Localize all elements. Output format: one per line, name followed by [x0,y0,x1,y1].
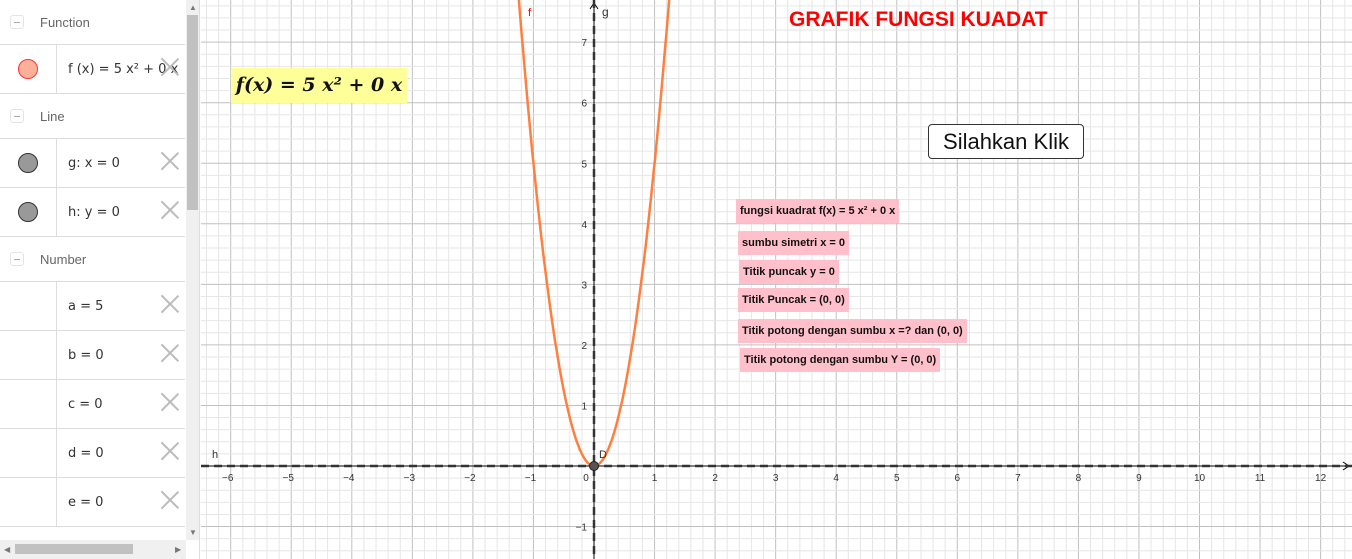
silahkan-klik-button[interactable]: Silahkan Klik [928,124,1084,159]
y-tick-label: 2 [581,341,587,352]
x-tick-label: 11 [1255,473,1266,484]
point-label: D [599,449,607,461]
delete-icon[interactable] [161,201,179,219]
delete-icon[interactable] [161,295,179,313]
x-tick-label: 1 [652,473,658,484]
y-tick-label: 4 [581,220,587,231]
item-text[interactable]: d = 0 [68,446,104,461]
scroll-down-icon[interactable]: ▼ [189,528,197,537]
y-tick-label: 6 [581,99,587,110]
algebra-view: Function f (x) = 5 x² + 0 x Line g: x = … [0,0,200,559]
collapse-icon[interactable] [10,109,24,123]
x-tick-label: −6 [222,473,234,484]
item-text[interactable]: a = 5 [68,299,103,314]
list-item-h[interactable]: h: y = 0 [0,188,185,237]
delete-icon[interactable] [161,344,179,362]
x-tick-label: −3 [404,473,416,484]
horizontal-scrollbar[interactable]: ◀ ▶ [0,540,186,559]
list-item-b[interactable]: b = 0 [0,331,185,380]
y-tick-label: 7 [581,38,587,49]
visibility-toggle-icon[interactable] [18,59,38,79]
point-d [589,461,599,471]
x-tick-label: 5 [894,473,900,484]
delete-icon[interactable] [161,442,179,460]
visibility-toggle-icon[interactable] [18,153,38,173]
delete-icon[interactable] [161,152,179,170]
group-line[interactable]: Line [0,94,185,139]
info-label: Titik puncak y = 0 [739,260,839,284]
y-tick-label: 1 [581,401,587,412]
x-tick-label: 7 [1015,473,1021,484]
info-label: Titik Puncak = (0, 0) [738,288,849,312]
group-number[interactable]: Number [0,237,185,282]
y-tick-label: −1 [576,523,588,534]
list-item-a[interactable]: a = 5 [0,282,185,331]
x-tick-label: 8 [1076,473,1082,484]
group-function[interactable]: Function [0,0,185,45]
x-axis-label: h [212,449,218,461]
scroll-right-icon[interactable]: ▶ [175,545,181,554]
vertical-scrollbar[interactable]: ▲ [186,0,199,540]
scroll-thumb[interactable] [15,544,133,554]
x-tick-label: 0 [583,473,589,484]
x-tick-label: 6 [955,473,961,484]
scroll-up-icon[interactable]: ▲ [189,3,197,12]
visibility-toggle-icon[interactable] [18,202,38,222]
page-title: GRAFIK FUNGSI KUADAT [789,8,1048,31]
x-tick-label: −2 [464,473,476,484]
y-tick-label: 5 [581,159,587,170]
list-item-e[interactable]: e = 0 [0,478,185,527]
x-tick-label: 12 [1315,473,1327,484]
item-text[interactable]: h: y = 0 [68,205,120,220]
item-text[interactable]: g: x = 0 [68,156,120,171]
delete-icon[interactable] [161,491,179,509]
x-tick-label: 4 [833,473,839,484]
info-label: sumbu simetri x = 0 [738,231,850,255]
item-text[interactable]: c = 0 [68,397,103,412]
delete-icon[interactable] [161,393,179,411]
list-item-c[interactable]: c = 0 [0,380,185,429]
list-item-f[interactable]: f (x) = 5 x² + 0 x [0,45,185,94]
item-text[interactable]: b = 0 [68,348,104,363]
collapse-icon[interactable] [10,15,24,29]
info-label: Titik potong dengan sumbu x =? dan (0, 0… [738,319,967,343]
formula-box: f(x) = 5 x² + 0 x [231,68,407,103]
y-tick-label: 3 [581,280,587,291]
delete-icon[interactable] [161,58,179,76]
x-tick-label: 2 [712,473,718,484]
curve-label: f [528,7,532,19]
scroll-thumb[interactable] [187,15,198,210]
list-item-d[interactable]: d = 0 [0,429,185,478]
y-axis-label: g [602,5,609,19]
collapse-icon[interactable] [10,252,24,266]
item-text[interactable]: e = 0 [68,495,103,510]
x-tick-label: −4 [343,473,355,484]
list-item-g[interactable]: g: x = 0 [0,139,185,188]
x-tick-label: 3 [773,473,779,484]
info-label: fungsi kuadrat f(x) = 5 x² + 0 x [736,199,900,223]
x-tick-label: 10 [1194,473,1206,484]
x-tick-label: 9 [1136,473,1142,484]
x-tick-label: −1 [525,473,537,484]
info-label: Titik potong dengan sumbu Y = (0, 0) [740,348,941,372]
scroll-left-icon[interactable]: ◀ [4,545,10,554]
x-tick-label: −5 [283,473,295,484]
